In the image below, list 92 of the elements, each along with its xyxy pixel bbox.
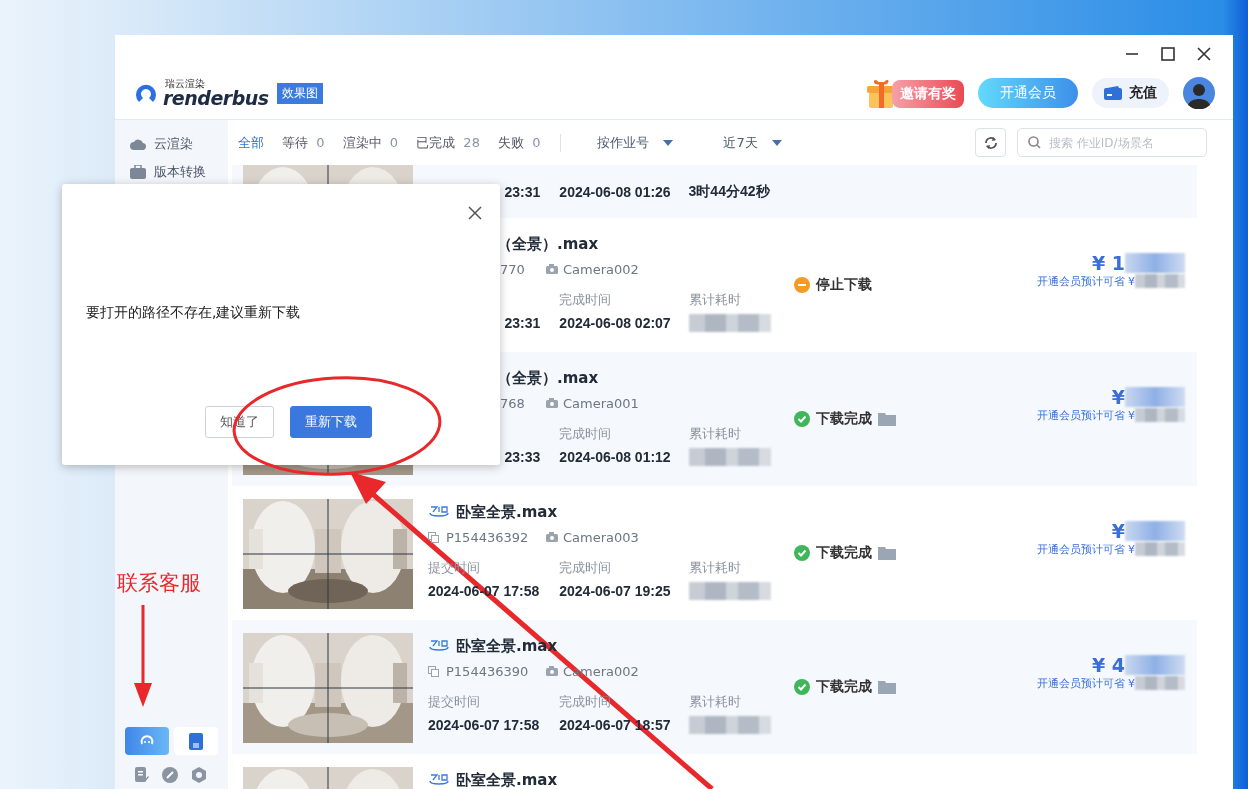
camera-icon: [546, 398, 558, 408]
field-label: 完成时间: [559, 560, 612, 575]
price: ¥ 1: [1091, 251, 1125, 274]
download-status: 下载完成: [816, 410, 872, 428]
camera-name: Camera002: [563, 261, 639, 277]
document-button[interactable]: [174, 727, 218, 755]
field-label: 完成时间: [559, 292, 612, 307]
duration: 3时44分42秒: [688, 183, 770, 199]
field-label: 完成时间: [559, 694, 612, 709]
close-icon[interactable]: [468, 206, 482, 220]
edit-document-icon[interactable]: [135, 767, 149, 783]
field-label: 提交时间: [428, 694, 480, 709]
field-label: 累计耗时: [688, 694, 741, 709]
field-label: 完成时间: [559, 426, 612, 441]
sidebar-item[interactable]: 云渲染: [154, 135, 193, 153]
field-label: 累计耗时: [688, 426, 741, 441]
logo-wordmark: renderbus: [163, 88, 269, 108]
job-id: 768: [500, 395, 525, 411]
panorama-icon: [428, 505, 450, 519]
scene-file-name: 卧室全景.max: [456, 770, 558, 789]
scene-file-name: （全景）.max: [497, 234, 599, 254]
download-status: 停止下载: [816, 276, 872, 294]
camera-name: Camera001: [563, 395, 639, 411]
toolbox-icon: [130, 165, 146, 179]
filter-tab[interactable]: 等待 0: [282, 133, 325, 152]
filter-tab[interactable]: 全部: [238, 133, 264, 152]
redownload-button[interactable]: 重新下载: [290, 406, 372, 438]
sidebar-item[interactable]: 版本转换: [154, 163, 206, 181]
camera-icon: [546, 264, 558, 274]
scene-file-name: 卧室全景.max: [456, 502, 558, 522]
check-icon: [794, 545, 810, 561]
finish-time: 2024-06-08 02:07: [559, 315, 671, 331]
product-tag: 效果图: [276, 82, 323, 104]
card-icon: [1104, 86, 1122, 100]
download-status: 下载完成: [816, 544, 872, 562]
field-label: 累计耗时: [688, 292, 741, 307]
filter-tab[interactable]: 失败 0: [497, 133, 541, 152]
support-button[interactable]: [125, 727, 169, 755]
filter-tab[interactable]: 渲染中 0: [342, 133, 399, 152]
annotation-label: 联系客服: [117, 570, 201, 597]
close-icon[interactable]: [1197, 47, 1211, 61]
logo-subtitle: 瑞云渲染: [165, 78, 206, 89]
search-field[interactable]: 搜索 作业ID/场景名: [1017, 128, 1207, 157]
finish-time: 2024-06-08 01:26: [559, 184, 671, 200]
maximize-icon[interactable]: [1161, 47, 1175, 61]
stop-icon: [794, 277, 810, 293]
camera-name: Camera003: [563, 529, 639, 545]
avatar[interactable]: [1183, 77, 1215, 109]
price: ¥ 4: [1091, 653, 1125, 676]
settings-icon[interactable]: [191, 767, 207, 783]
check-icon: [794, 679, 810, 695]
job-id: 770: [500, 261, 525, 277]
caret-icon: [663, 139, 674, 146]
panorama-icon: [428, 639, 450, 653]
finish-time: 2024-06-08 01:12: [559, 449, 671, 465]
submit-time: 23:33: [504, 449, 541, 465]
finish-time: 2024-06-07 19:25: [559, 583, 671, 599]
member-saving: 开通会员预计可省 ¥: [1036, 541, 1135, 557]
link-icon[interactable]: [162, 767, 178, 783]
filter-tab[interactable]: 已完成 28: [416, 133, 480, 152]
copy-icon[interactable]: [428, 665, 439, 677]
sort-dropdown[interactable]: 按作业号: [597, 133, 674, 152]
scene-file-name: （全景）.max: [497, 368, 599, 388]
copy-icon[interactable]: [428, 531, 439, 543]
date-range-dropdown[interactable]: 近7天: [723, 133, 782, 152]
refresh-icon: [983, 135, 998, 150]
cloud-icon: [130, 138, 146, 150]
job-id: P154436392: [446, 529, 529, 545]
price: ¥: [1111, 385, 1125, 408]
field-label: 提交时间: [428, 560, 480, 575]
camera-icon: [546, 666, 558, 676]
member-saving: 开通会员预计可省 ¥: [1036, 675, 1135, 691]
folder-icon[interactable]: [878, 546, 896, 560]
submit-time: 23:31: [504, 315, 541, 331]
field-label: 累计耗时: [688, 560, 741, 575]
job-id: P154436390: [446, 663, 529, 679]
price: ¥: [1111, 519, 1125, 542]
camera-icon: [546, 532, 558, 542]
refresh-button[interactable]: [975, 128, 1006, 157]
recharge-button[interactable]: 充值: [1092, 78, 1169, 108]
submit-time: 23:31: [504, 184, 541, 200]
folder-icon[interactable]: [878, 680, 896, 694]
folder-icon[interactable]: [878, 412, 896, 426]
search-icon: [1028, 136, 1041, 149]
submit-time: 2024-06-07 17:58: [428, 717, 540, 733]
member-saving: 开通会员预计可省 ¥: [1036, 273, 1135, 289]
member-saving: 开通会员预计可省 ¥: [1036, 407, 1135, 423]
panorama-icon: [428, 773, 450, 787]
document-icon: [189, 732, 203, 750]
check-icon: [794, 411, 810, 427]
download-status: 下载完成: [816, 678, 872, 696]
caret-icon: [771, 139, 782, 146]
